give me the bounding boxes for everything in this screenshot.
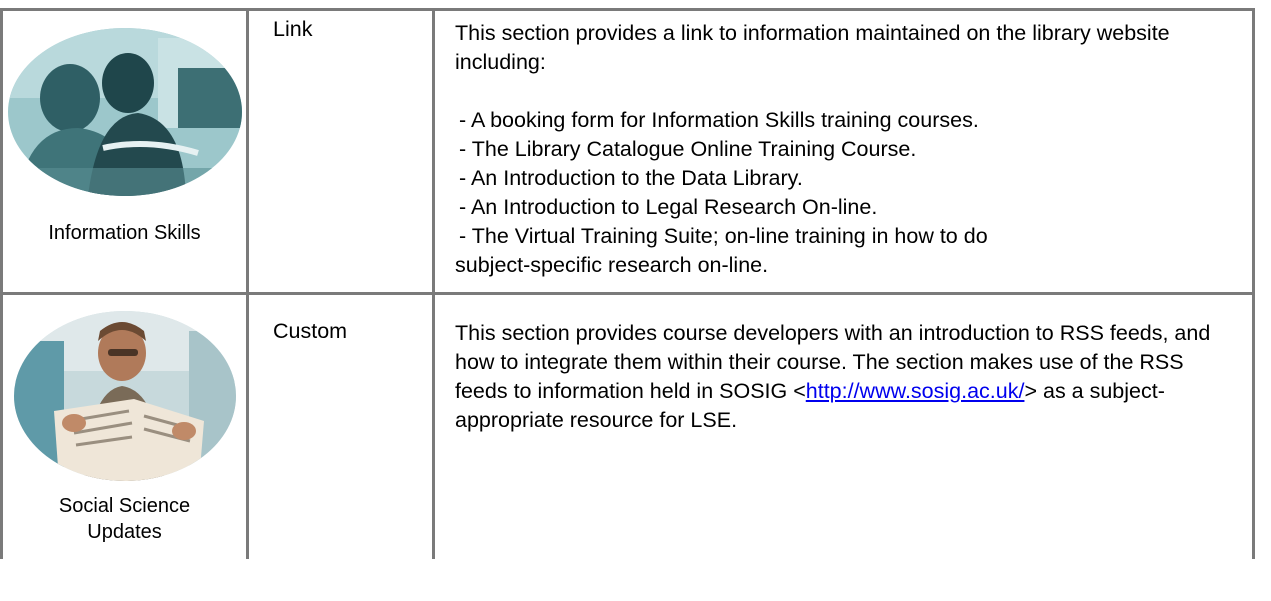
information-skills-label: Information Skills — [48, 222, 201, 244]
list-item: - The Virtual Training Suite; on-line tr… — [459, 224, 988, 248]
table-row: Social Science Updates Custom This secti… — [0, 292, 1255, 559]
description-text: This section provides course developers … — [455, 319, 1238, 435]
list-item-continuation: subject-specific research on-line. — [455, 253, 769, 277]
section-description-cell: This section provides a link to informat… — [432, 8, 1255, 295]
list-item: - The Library Catalogue Online Training … — [459, 137, 917, 161]
section-type-label: Link — [273, 17, 313, 41]
section-type-label: Custom — [273, 319, 348, 343]
sosig-link[interactable]: http://www.sosig.ac.uk/ — [806, 379, 1025, 403]
list-item: - A booking form for Information Skills … — [459, 108, 979, 132]
social-science-label-line1: Social Science — [58, 495, 191, 517]
list-item: - An Introduction to Legal Research On-l… — [459, 195, 878, 219]
section-description-cell: This section provides course developers … — [432, 292, 1255, 559]
section-icon-cell: Information Skills — [0, 8, 249, 295]
table-row: Information Skills Link This section pro… — [0, 8, 1255, 295]
social-science-label: Social Science Updates — [3, 493, 246, 559]
list-item: - An Introduction to the Data Library. — [459, 166, 803, 190]
section-type-cell: Custom — [246, 292, 435, 559]
section-type-cell: Link — [246, 8, 435, 295]
section-description: This section provides a link to informat… — [435, 11, 1252, 292]
sections-table: Information Skills Link This section pro… — [0, 8, 1255, 559]
information-skills-photo — [7, 28, 242, 196]
man-reading-newspaper-icon — [13, 311, 236, 481]
document-page: Information Skills Link This section pro… — [0, 0, 1271, 601]
section-icon-cell: Social Science Updates — [0, 292, 249, 559]
social-science-photo — [13, 311, 236, 481]
people-at-computer-icon — [7, 28, 242, 196]
section-description: This section provides course developers … — [435, 295, 1252, 447]
social-science-label-line2: Updates — [87, 521, 162, 543]
description-intro: This section provides a link to informat… — [455, 21, 1170, 74]
